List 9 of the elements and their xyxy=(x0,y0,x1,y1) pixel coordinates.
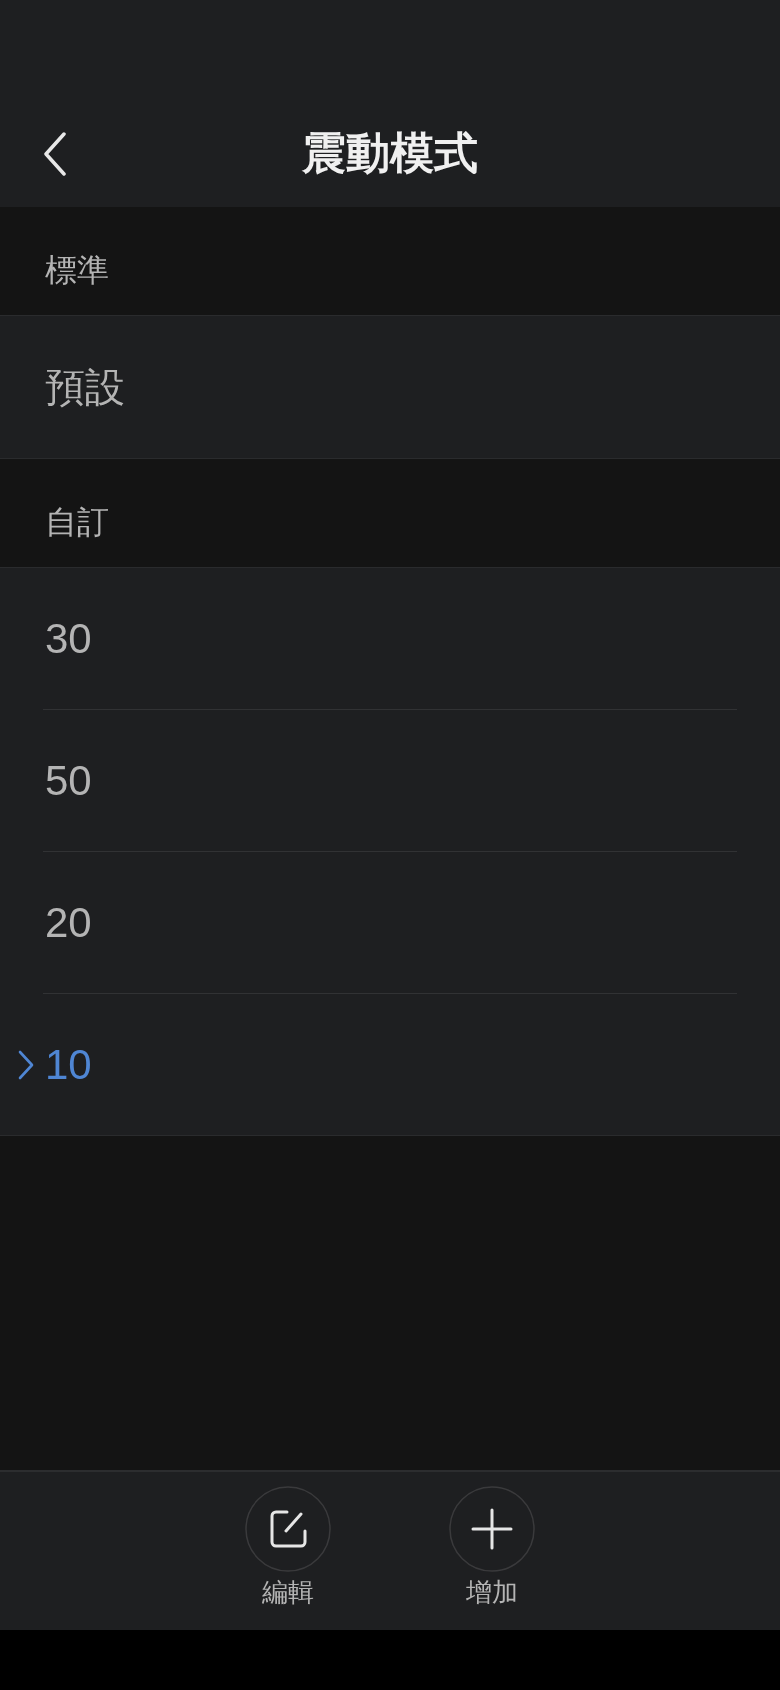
section-label: 自訂 xyxy=(45,502,109,542)
edit-button[interactable]: 編輯 xyxy=(245,1486,331,1616)
back-icon xyxy=(43,132,67,176)
add-button[interactable]: 增加 xyxy=(449,1486,535,1616)
screen-title: 震動模式 xyxy=(302,127,478,180)
section-label: 標準 xyxy=(45,250,109,290)
chevron-right-icon xyxy=(18,1050,34,1080)
plus-icon xyxy=(449,1486,535,1572)
edit-icon xyxy=(245,1486,331,1572)
